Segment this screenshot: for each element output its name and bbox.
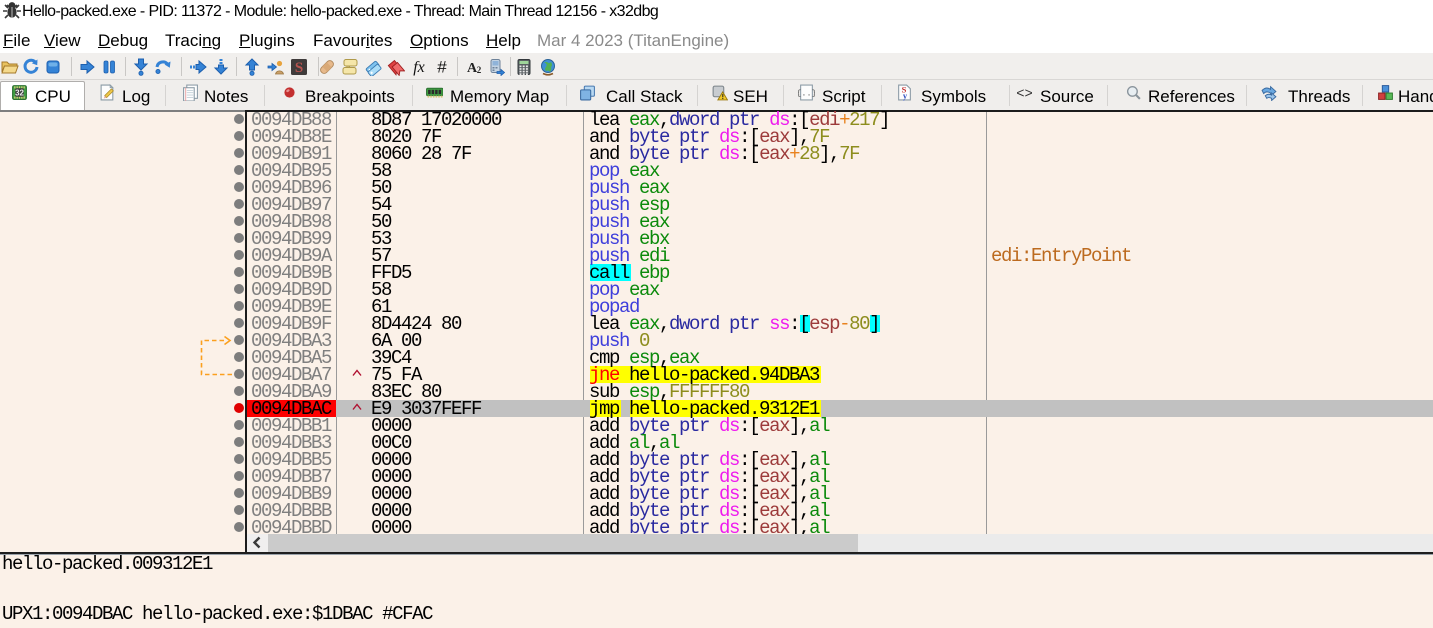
svg-text:#: # (437, 58, 447, 76)
svg-text:32: 32 (15, 88, 24, 97)
svg-text:<>: <> (1016, 87, 1033, 101)
svg-text:fx: fx (413, 59, 425, 76)
svg-text:{..}: {..} (798, 89, 815, 99)
svg-text:S: S (295, 60, 303, 76)
svg-text:2: 2 (477, 65, 482, 75)
